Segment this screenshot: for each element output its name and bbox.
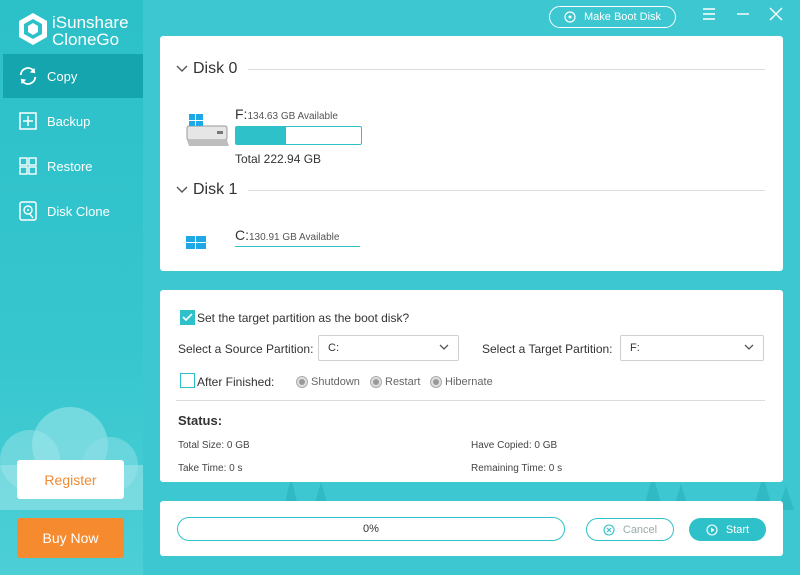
radio-label: Restart <box>385 376 421 388</box>
partition-letter: F: <box>235 106 248 122</box>
have-copied: Have Copied: 0 GB <box>471 440 558 451</box>
capacity-bar <box>235 126 362 145</box>
source-partition-select[interactable]: C: <box>318 335 459 361</box>
chevron-down-icon <box>439 344 449 351</box>
radio-icon <box>296 376 308 388</box>
disk-1-label: Disk 1 <box>193 181 238 198</box>
sidebar-item-label: Disk Clone <box>47 203 110 219</box>
sidebar-item-restore[interactable]: Restore <box>0 144 143 188</box>
divider <box>248 190 765 191</box>
close-icon[interactable] <box>767 5 785 23</box>
progress-percent: 0% <box>363 523 379 535</box>
refresh-icon <box>18 66 38 86</box>
app-name: iSunshare CloneGo <box>52 14 129 48</box>
shutdown-radio[interactable]: Shutdown <box>296 376 360 388</box>
after-finished-label: After Finished: <box>197 375 275 389</box>
play-icon <box>706 523 718 536</box>
sidebar-item-label: Backup <box>47 113 91 129</box>
disk-0-label: Disk 0 <box>193 60 238 77</box>
chevron-down-icon <box>176 186 188 194</box>
app-name-line1: iSunshare <box>52 13 129 32</box>
chevron-down-icon <box>744 344 754 351</box>
target-partition-value: F: <box>630 342 640 354</box>
divider <box>248 69 765 70</box>
total-size: Total Size: 0 GB <box>178 440 250 451</box>
cancel-button[interactable]: Cancel <box>586 518 674 541</box>
disk-clone-icon <box>18 201 38 221</box>
cancel-icon <box>603 523 615 536</box>
make-boot-disk-button[interactable]: Make Boot Disk <box>549 6 676 28</box>
radio-label: Hibernate <box>445 376 493 388</box>
chevron-down-icon <box>176 65 188 73</box>
radio-label: Shutdown <box>311 376 360 388</box>
sidebar-item-label: Restore <box>47 158 93 174</box>
app-name-line2: CloneGo <box>52 30 120 49</box>
check-icon <box>182 313 193 322</box>
cancel-label: Cancel <box>622 523 658 536</box>
status-title: Status: <box>178 413 223 428</box>
sidebar-item-backup[interactable]: Backup <box>0 99 143 143</box>
sidebar-item-disk-clone[interactable]: Disk Clone <box>0 189 143 233</box>
radio-icon <box>430 376 442 388</box>
sidebar-item-copy[interactable]: Copy <box>3 54 143 98</box>
partition-available: 130.91 GB Available <box>249 232 340 243</box>
source-partition-label: Select a Source Partition: <box>178 342 314 356</box>
partition-available: 134.63 GB Available <box>247 111 338 122</box>
disc-icon <box>564 11 576 23</box>
partition-c-name: C:130.91 GB Available <box>235 227 339 243</box>
take-time: Take Time: 0 s <box>178 463 243 474</box>
progress-panel: 0% Cancel Start <box>160 501 783 556</box>
disk-0-header[interactable]: Disk 0 <box>176 60 237 78</box>
backup-icon <box>18 111 38 131</box>
disk-list-panel: Disk 0 F:134.63 GB Available Total 222.9… <box>160 36 783 271</box>
sidebar-item-label: Copy <box>47 68 78 84</box>
boot-disk-label: Set the target partition as the boot dis… <box>197 311 410 325</box>
remaining-time: Remaining Time: 0 s <box>471 463 563 474</box>
start-button[interactable]: Start <box>689 518 766 541</box>
radio-icon <box>370 376 382 388</box>
divider <box>176 400 765 401</box>
menu-icon[interactable] <box>700 5 718 23</box>
partition-underline <box>235 246 360 247</box>
boot-disk-checkbox[interactable] <box>180 310 195 325</box>
source-partition-value: C: <box>328 342 339 354</box>
register-button[interactable]: Register <box>17 460 124 499</box>
partition-total: Total 222.94 GB <box>235 152 322 166</box>
target-partition-label: Select a Target Partition: <box>482 342 613 356</box>
make-boot-disk-label: Make Boot Disk <box>583 11 662 23</box>
partition-letter: C: <box>235 227 249 243</box>
logo-icon <box>19 13 47 45</box>
after-finished-checkbox[interactable] <box>180 373 195 388</box>
restore-icon <box>18 156 38 176</box>
settings-panel: Set the target partition as the boot dis… <box>160 290 783 482</box>
buy-now-button[interactable]: Buy Now <box>17 518 124 558</box>
app-logo: iSunshare CloneGo <box>16 12 142 48</box>
progress-bar: 0% <box>177 517 565 541</box>
minimize-icon[interactable] <box>734 5 752 23</box>
windows-icon <box>186 236 206 249</box>
hibernate-radio[interactable]: Hibernate <box>430 376 493 388</box>
restart-radio[interactable]: Restart <box>370 376 420 388</box>
sidebar: iSunshare CloneGo Copy Backup Restore Di… <box>0 0 143 575</box>
hard-drive-icon <box>186 114 229 146</box>
target-partition-select[interactable]: F: <box>620 335 764 361</box>
start-label: Start <box>725 523 750 536</box>
partition-f-name: F:134.63 GB Available <box>235 106 338 122</box>
capacity-fill <box>236 127 286 144</box>
disk-1-header[interactable]: Disk 1 <box>176 181 237 199</box>
